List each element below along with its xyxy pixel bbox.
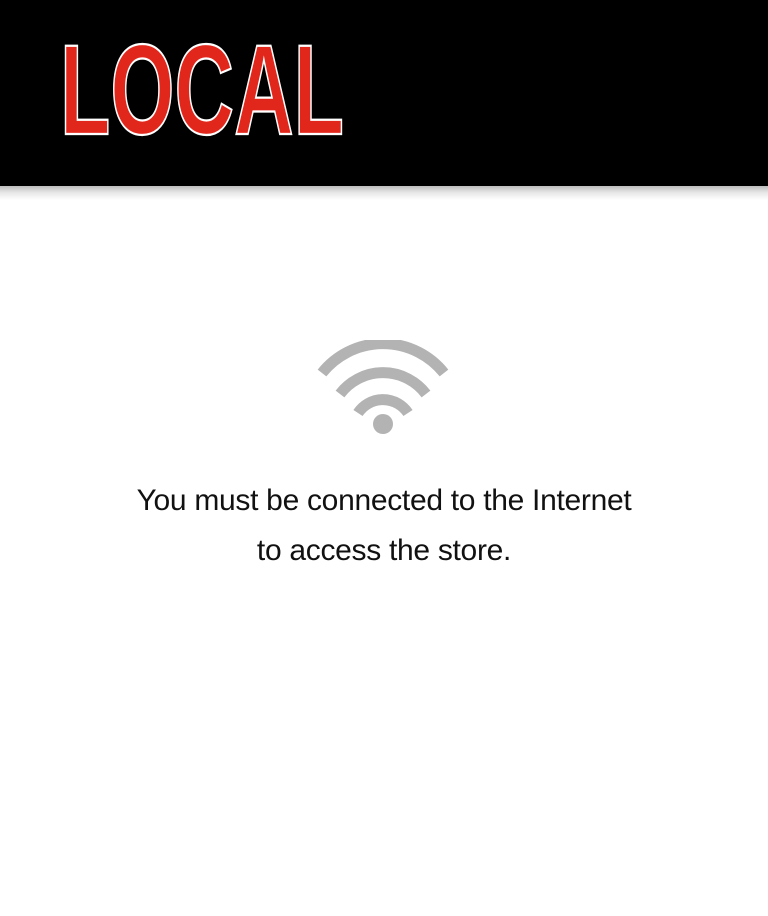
wifi-icon: [316, 340, 450, 436]
local-logo: LOCAL: [60, 38, 346, 138]
header-shadow: [0, 186, 768, 200]
offline-message: You must be connected to the Internet to…: [0, 476, 768, 576]
offline-message-line-1: You must be connected to the Internet: [136, 484, 632, 517]
app-screen: LOCAL You must be connected to the Inter…: [0, 0, 768, 916]
header-bar: LOCAL: [0, 0, 768, 186]
offline-message-line-2: to access the store.: [256, 534, 512, 567]
logo-text: LOCAL: [60, 38, 344, 138]
